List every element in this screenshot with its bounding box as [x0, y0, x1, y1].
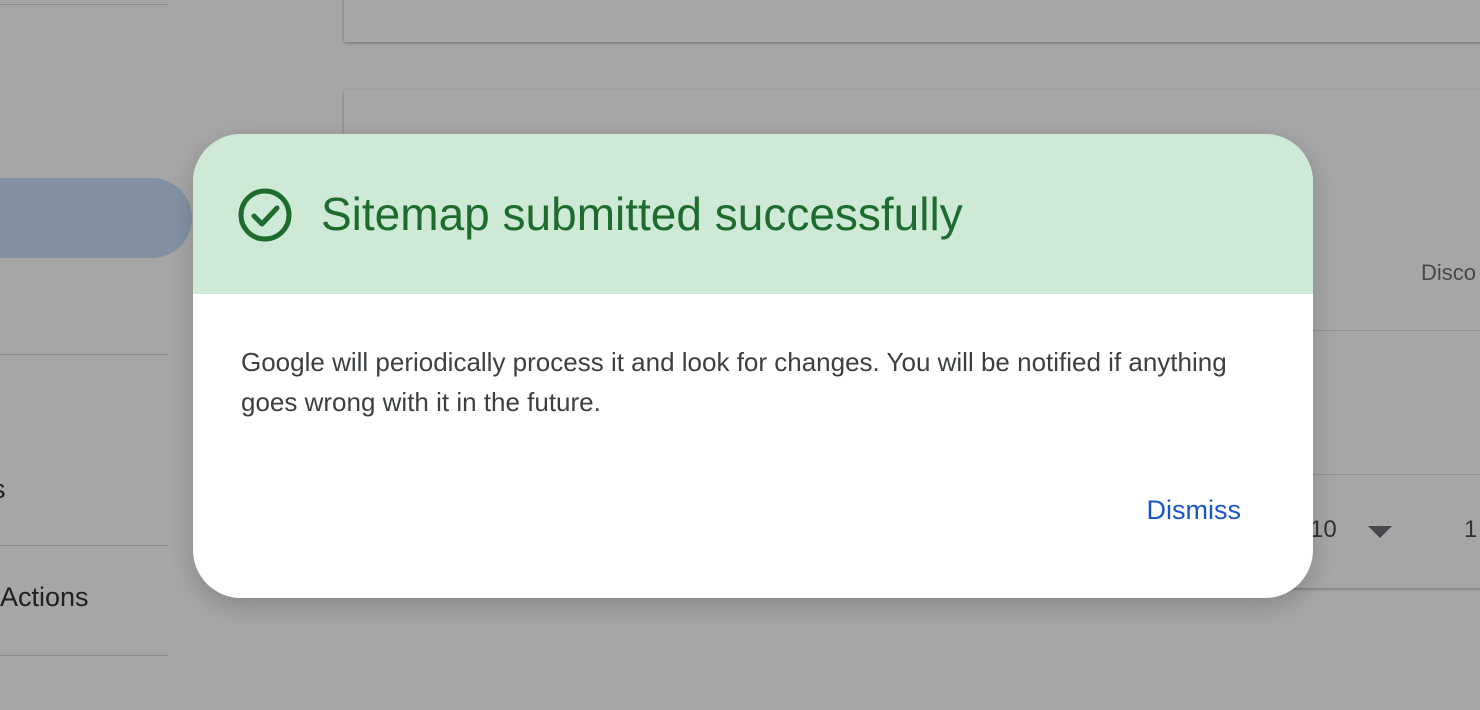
dismiss-button[interactable]: Dismiss — [1147, 490, 1242, 530]
dialog-message: Google will periodically process it and … — [241, 347, 1227, 417]
success-dialog: Sitemap submitted successfully Google wi… — [193, 134, 1313, 598]
dialog-header: Sitemap submitted successfully — [193, 134, 1313, 294]
check-circle-icon — [238, 188, 292, 242]
dialog-title: Sitemap submitted successfully — [321, 188, 963, 240]
